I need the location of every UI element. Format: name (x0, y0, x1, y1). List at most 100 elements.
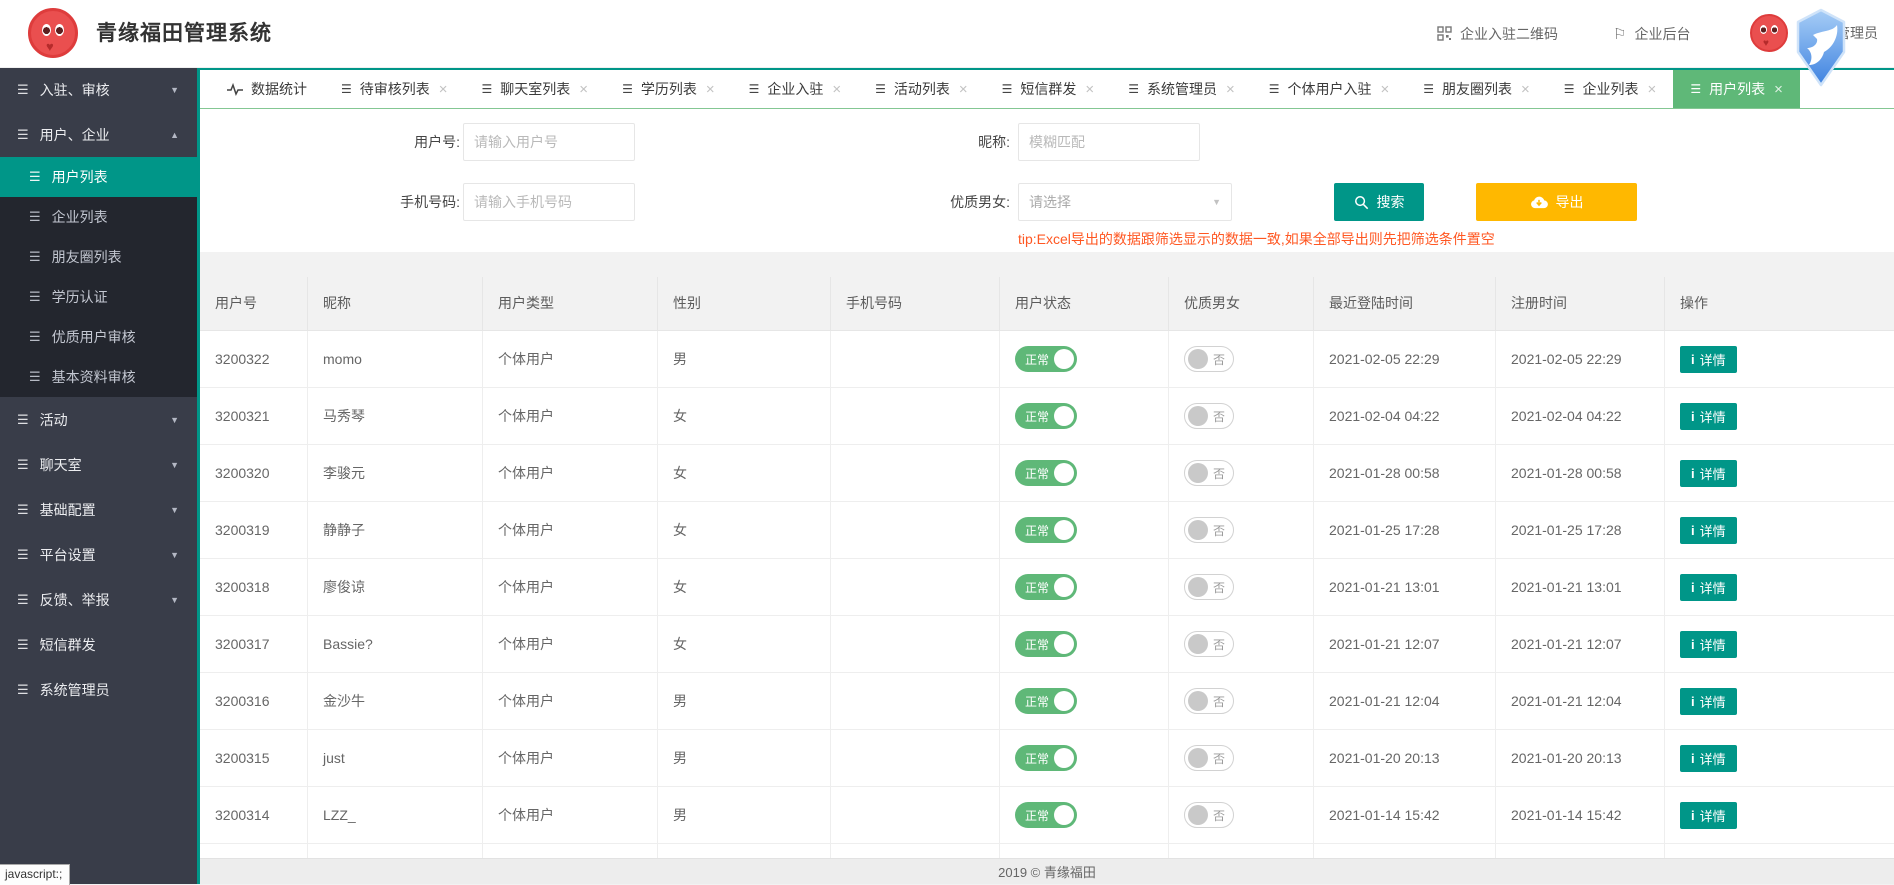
sidebar-item-feedback-report[interactable]: ☰ 反馈、举报 ▼ (0, 577, 197, 622)
close-icon[interactable]: × (439, 81, 448, 98)
table-row: 3200314 LZZ_ 个体用户 男 正常 否 2021-01-14 15:4… (200, 787, 1894, 844)
sidebar-item-activity[interactable]: ☰ 活动 ▼ (0, 397, 197, 442)
detail-button[interactable]: i 详情 (1680, 802, 1737, 829)
premium-toggle[interactable]: 否 (1184, 631, 1234, 657)
sidebar-item-entry-review[interactable]: ☰ 入驻、审核 ▼ (0, 67, 197, 112)
cell-nickname: just (308, 730, 483, 786)
sidebar-item-basic-config[interactable]: ☰ 基础配置 ▼ (0, 487, 197, 532)
status-toggle[interactable]: 正常 (1015, 688, 1077, 714)
close-icon[interactable]: × (1648, 81, 1657, 98)
detail-button-label: 详情 (1700, 521, 1726, 540)
list-icon: ☰ (341, 82, 352, 96)
company-backend-link[interactable]: ⚐ 企业后台 (1613, 0, 1690, 67)
cell-phone (831, 445, 1000, 501)
tab-label: 朋友圈列表 (1442, 79, 1512, 99)
detail-button[interactable]: i 详情 (1680, 460, 1737, 487)
tab-user-list[interactable]: ☰ 用户列表 × (1673, 70, 1800, 108)
sidebar-item-label: 反馈、举报 (40, 590, 110, 610)
sidebar-item-platform-settings[interactable]: ☰ 平台设置 ▼ (0, 532, 197, 577)
status-toggle[interactable]: 正常 (1015, 460, 1077, 486)
tab-individual-user-entry[interactable]: ☰ 个体用户入驻 × (1252, 70, 1407, 108)
close-icon[interactable]: × (1774, 81, 1783, 98)
close-icon[interactable]: × (706, 81, 715, 98)
cell-status: 正常 (1000, 559, 1169, 615)
premium-toggle[interactable]: 否 (1184, 745, 1234, 771)
cell-nickname: 廖俊谅 (308, 559, 483, 615)
company-entry-qrcode-link[interactable]: 企业入驻二维码 (1437, 0, 1558, 67)
cell-phone (831, 730, 1000, 786)
detail-button[interactable]: i 详情 (1680, 631, 1737, 658)
search-button[interactable]: 搜索 (1334, 183, 1424, 221)
chevron-up-icon: ▲ (170, 130, 179, 140)
status-toggle[interactable]: 正常 (1015, 802, 1077, 828)
status-toggle[interactable]: 正常 (1015, 631, 1077, 657)
detail-button[interactable]: i 详情 (1680, 574, 1737, 601)
close-icon[interactable]: × (1380, 81, 1389, 98)
premium-toggle[interactable]: 否 (1184, 346, 1234, 372)
premium-toggle[interactable]: 否 (1184, 403, 1234, 429)
close-icon[interactable]: × (832, 81, 841, 98)
premium-toggle[interactable]: 否 (1184, 574, 1234, 600)
status-toggle[interactable]: 正常 (1015, 403, 1077, 429)
premium-toggle[interactable]: 否 (1184, 517, 1234, 543)
sidebar-item-sms-broadcast[interactable]: ☰ 短信群发 (0, 622, 197, 667)
admin-avatar[interactable]: ♥ (1750, 14, 1788, 52)
cell-status: 正常 (1000, 673, 1169, 729)
tab-system-admin[interactable]: ☰ 系统管理员 × (1111, 70, 1252, 108)
close-icon[interactable]: × (1521, 81, 1530, 98)
tab-moments-list[interactable]: ☰ 朋友圈列表 × (1406, 70, 1547, 108)
sidebar-item-chatroom[interactable]: ☰ 聊天室 ▼ (0, 442, 197, 487)
tab-activity-list[interactable]: ☰ 活动列表 × (858, 70, 985, 108)
detail-button[interactable]: i 详情 (1680, 688, 1737, 715)
sidebar-item-user-list[interactable]: ☰ 用户列表 (0, 157, 197, 197)
detail-button[interactable]: i 详情 (1680, 346, 1737, 373)
status-toggle[interactable]: 正常 (1015, 745, 1077, 771)
premium-toggle[interactable]: 否 (1184, 802, 1234, 828)
tab-data-stats[interactable]: 数据统计 (210, 70, 324, 108)
cell-phone (831, 559, 1000, 615)
detail-button[interactable]: i 详情 (1680, 745, 1737, 772)
premium-gender-select[interactable]: 请选择 ▼ (1018, 183, 1232, 221)
premium-toggle-label: 否 (1213, 579, 1225, 596)
status-toggle[interactable]: 正常 (1015, 346, 1077, 372)
column-header: 手机号码 (831, 277, 1000, 330)
phone-input[interactable] (463, 183, 635, 221)
detail-button[interactable]: i 详情 (1680, 403, 1737, 430)
tab-company-entry[interactable]: ☰ 企业入驻 × (732, 70, 859, 108)
sidebar-item-label: 用户、企业 (40, 125, 110, 145)
sidebar-item-users-companies[interactable]: ☰ 用户、企业 ▲ (0, 112, 197, 157)
close-icon[interactable]: × (1085, 81, 1094, 98)
column-header: 最近登陆时间 (1314, 277, 1496, 330)
detail-button[interactable]: i 详情 (1680, 517, 1737, 544)
close-icon[interactable]: × (1226, 81, 1235, 98)
tab-pending-review-list[interactable]: ☰ 待审核列表 × (324, 70, 465, 108)
sidebar-item-moments-list[interactable]: ☰ 朋友圈列表 (0, 237, 197, 277)
nickname-input[interactable] (1018, 123, 1200, 161)
sidebar-item-company-list[interactable]: ☰ 企业列表 (0, 197, 197, 237)
tab-sms-broadcast[interactable]: ☰ 短信群发 × (985, 70, 1112, 108)
status-toggle-label: 正常 (1025, 807, 1049, 824)
tab-company-list[interactable]: ☰ 企业列表 × (1547, 70, 1674, 108)
sidebar-item-profile-review[interactable]: ☰ 基本资料审核 (0, 357, 197, 397)
status-toggle[interactable]: 正常 (1015, 517, 1077, 543)
close-icon[interactable]: × (959, 81, 968, 98)
cell-status: 正常 (1000, 331, 1169, 387)
user-id-input[interactable] (463, 123, 635, 161)
export-button[interactable]: 导出 (1476, 183, 1637, 221)
info-icon: i (1691, 523, 1695, 538)
user-id-label: 用户号: (330, 123, 460, 161)
sidebar-item-education-cert[interactable]: ☰ 学历认证 (0, 277, 197, 317)
xunlei-float-icon[interactable] (1792, 8, 1850, 93)
tab-chatroom-list[interactable]: ☰ 聊天室列表 × (465, 70, 606, 108)
status-toggle-label: 正常 (1025, 693, 1049, 710)
close-icon[interactable]: × (579, 81, 588, 98)
status-toggle[interactable]: 正常 (1015, 574, 1077, 600)
premium-toggle[interactable]: 否 (1184, 688, 1234, 714)
cell-last-login: 2021-01-28 00:58 (1314, 445, 1496, 501)
premium-toggle-label: 否 (1213, 522, 1225, 539)
tab-education-list[interactable]: ☰ 学历列表 × (605, 70, 732, 108)
column-header: 用户号 (200, 277, 308, 330)
sidebar-item-system-admin[interactable]: ☰ 系统管理员 (0, 667, 197, 712)
sidebar-item-premium-user-review[interactable]: ☰ 优质用户审核 (0, 317, 197, 357)
premium-toggle[interactable]: 否 (1184, 460, 1234, 486)
